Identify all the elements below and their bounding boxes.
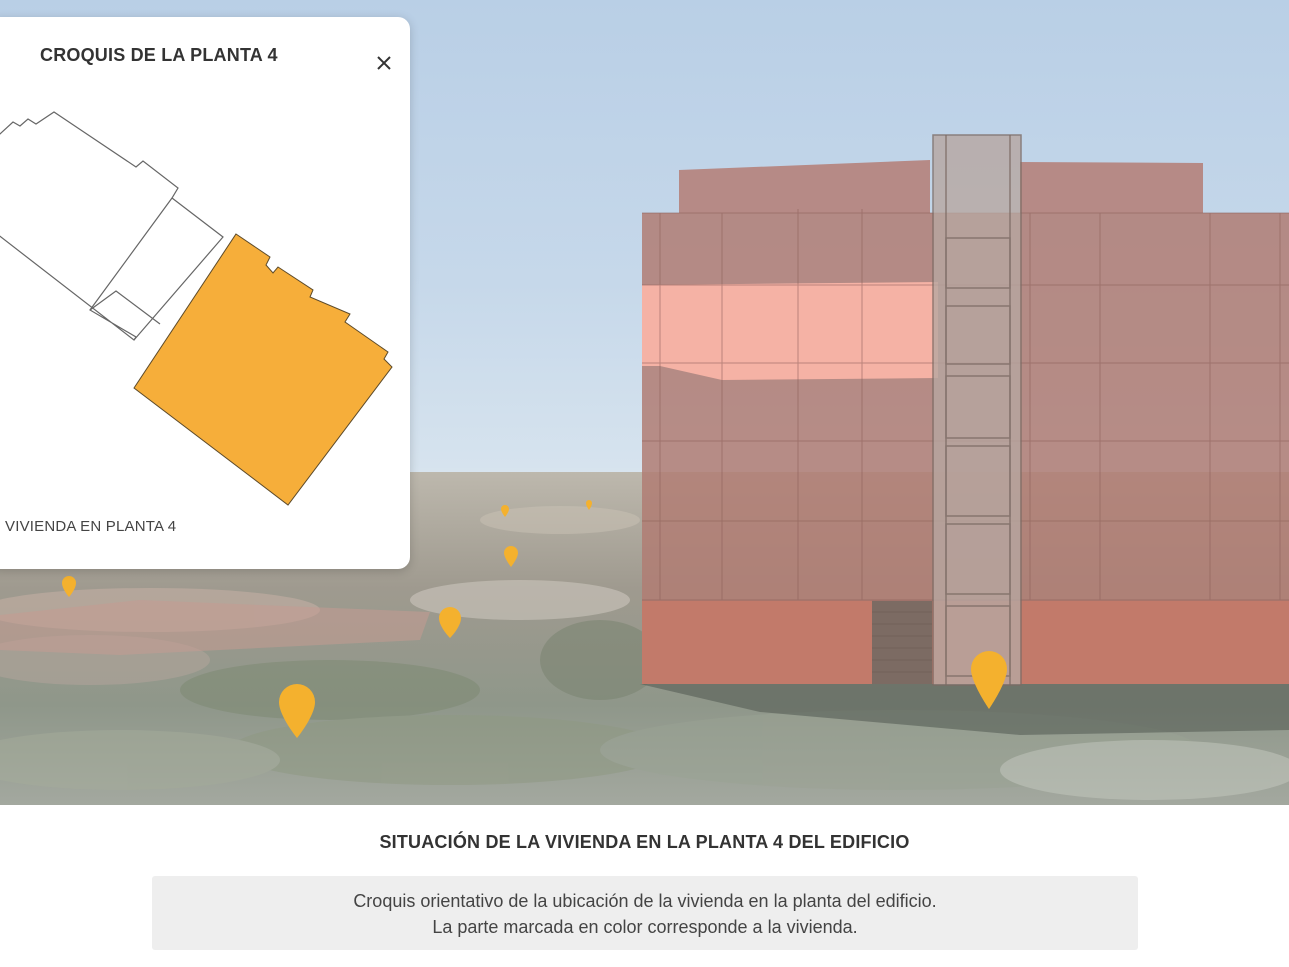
info-note: Croquis orientativo de la ubicación de l… (152, 876, 1138, 950)
popup-title: CROQUIS DE LA PLANTA 4 (40, 45, 278, 65)
close-icon[interactable] (370, 49, 396, 75)
floorplan-sketch (0, 111, 393, 506)
section-title: SITUACIÓN DE LA VIVIENDA EN LA PLANTA 4 … (379, 832, 910, 852)
popup-caption: VIVIENDA EN PLANTA 4 (5, 518, 177, 535)
building-entrance (872, 600, 932, 684)
building-top (679, 160, 930, 213)
highlighted-floor (642, 282, 938, 380)
note-line: La parte marcada en color corresponde a … (432, 917, 858, 937)
floorplan-highlighted-unit (133, 233, 393, 506)
note-line: Croquis orientativo de la ubicación de l… (353, 891, 937, 911)
floorplan-popup: CROQUIS DE LA PLANTA 4 VIVIENDA EN PLANT… (0, 17, 410, 569)
floorplan-other-units (0, 111, 179, 341)
